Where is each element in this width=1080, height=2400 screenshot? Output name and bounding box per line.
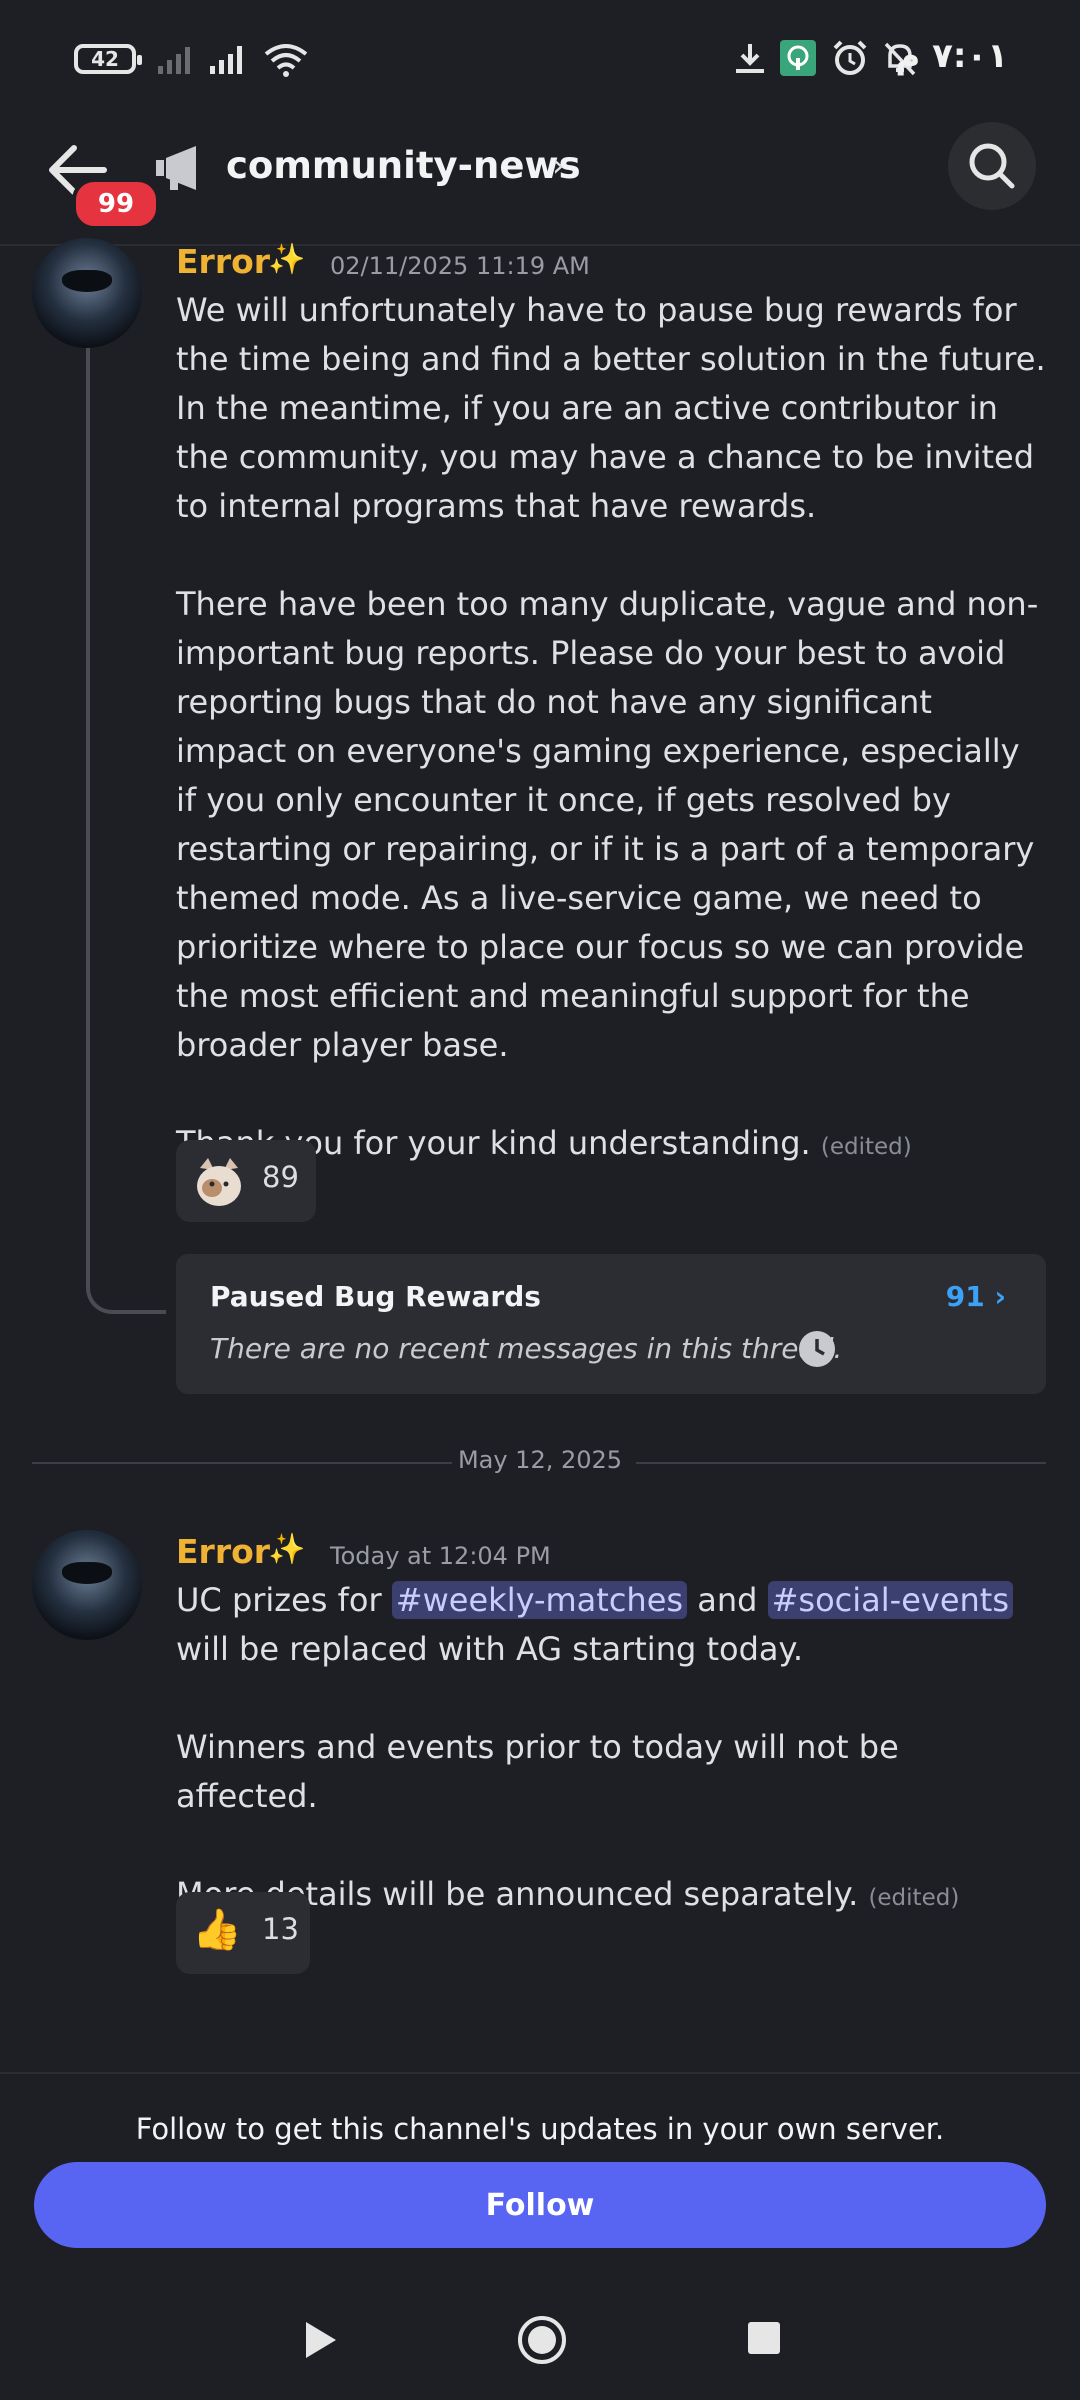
date-divider-line <box>636 1462 1046 1464</box>
message-timestamp: 02/11/2025 11:19 AM <box>330 252 590 280</box>
thread-subtitle: There are no recent messages in this thr… <box>210 1332 843 1365</box>
follow-button[interactable]: Follow <box>34 2162 1046 2248</box>
reaction-thumbs-up[interactable]: 👍 13 <box>176 1892 310 1974</box>
channel-name[interactable]: community-news <box>226 144 581 187</box>
wifi-icon <box>264 44 308 77</box>
channel-mention-weekly-matches[interactable]: #weekly-matches <box>391 1581 688 1619</box>
back-nav-icon[interactable] <box>300 2318 340 2362</box>
vpn-app-icon <box>780 40 816 76</box>
message-body: UC prizes for #weekly-matches and #socia… <box>176 1576 1046 1923</box>
search-icon <box>969 143 1015 189</box>
announcement-megaphone-icon <box>156 146 196 190</box>
signal-icon <box>210 46 242 74</box>
message-timestamp: Today at 12:04 PM <box>330 1542 551 1570</box>
thread-connector-line <box>86 342 166 1314</box>
channel-header: 99 community-news › <box>0 120 1080 246</box>
reaction-cat[interactable]: 89 <box>176 1140 316 1222</box>
thread-card[interactable]: Paused Bug Rewards 91 › There are no rec… <box>176 1254 1046 1394</box>
chevron-right-icon: › <box>994 1280 1006 1313</box>
system-nav-bar <box>0 2290 1080 2400</box>
signal-weak-icon <box>158 47 190 74</box>
channel-mention-social-events[interactable]: #social-events <box>767 1581 1014 1619</box>
edited-label: (edited) <box>820 1134 912 1160</box>
unread-badge: 99 <box>72 178 160 230</box>
reaction-count: 13 <box>262 1912 299 1946</box>
message-paragraph: Winners and events prior to today will n… <box>176 1728 899 1815</box>
cat-emoji-icon <box>197 1158 241 1206</box>
download-icon <box>736 44 764 73</box>
home-nav-icon[interactable] <box>516 2314 568 2366</box>
date-divider: May 12, 2025 <box>457 1446 623 1474</box>
battery-icon: 42 <box>74 44 142 74</box>
thread-title: Paused Bug Rewards <box>210 1280 541 1313</box>
reaction-count: 89 <box>262 1160 299 1194</box>
message-body: We will unfortunately have to pause bug … <box>176 286 1046 1172</box>
chevron-right-icon[interactable]: › <box>552 146 565 184</box>
follow-note: Follow to get this channel's updates in … <box>135 2112 945 2146</box>
avatar[interactable] <box>32 238 142 348</box>
role-sparkle-icon: ✨ <box>268 242 306 277</box>
message-author[interactable]: Error <box>176 1532 270 1571</box>
message-paragraph: UC prizes for #weekly-matches and #socia… <box>176 1576 1046 1674</box>
thumbs-up-emoji-icon: 👍 <box>192 1907 242 1953</box>
thread-message-count[interactable]: 91 › <box>946 1280 1006 1313</box>
search-button[interactable] <box>948 122 1036 210</box>
message-paragraph: We will unfortunately have to pause bug … <box>176 291 1046 525</box>
message-paragraph: There have been too many duplicate, vagu… <box>176 585 1039 1064</box>
alarm-icon <box>833 40 867 75</box>
recents-nav-icon[interactable] <box>746 2320 782 2356</box>
status-bar: 42 ٧:٠١ م <box>0 0 1080 120</box>
message-author[interactable]: Error <box>176 242 270 281</box>
avatar[interactable] <box>32 1530 142 1640</box>
edited-label: (edited) <box>868 1885 960 1911</box>
role-sparkle-icon: ✨ <box>268 1532 306 1567</box>
clock-icon <box>799 1331 835 1367</box>
clock-time: ٧:٠١ م <box>895 36 1008 76</box>
